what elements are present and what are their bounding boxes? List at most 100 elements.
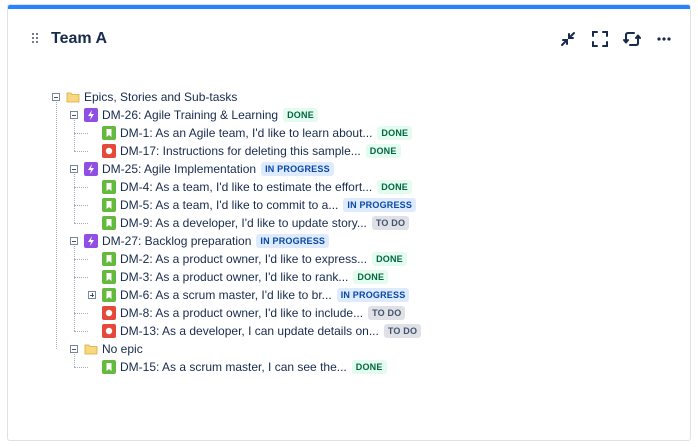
minimize-icon <box>561 32 575 46</box>
tree-item-label: DM-4: As a team, I'd like to estimate th… <box>120 178 412 196</box>
folder-icon <box>84 342 98 356</box>
issue-link[interactable]: DM-5: As a team, I'd like to commit to a… <box>120 198 338 212</box>
issue-row[interactable]: DM-1: As an Agile team, I'd like to lear… <box>44 124 644 142</box>
tree-item-label: DM-17: Instructions for deleting this sa… <box>120 142 401 160</box>
tree-connector-line <box>74 354 75 367</box>
drag-handle-icon[interactable] <box>30 32 40 46</box>
fullscreen-button[interactable] <box>590 29 610 49</box>
status-badge: IN PROGRESS <box>256 234 330 248</box>
collapse-toggle[interactable] <box>70 165 78 173</box>
tree-item-label: DM-27: Backlog preparation IN PROGRESS <box>102 232 330 250</box>
issue-link[interactable]: DM-25: Agile Implementation <box>102 162 256 176</box>
issue-row[interactable]: DM-2: As a product owner, I'd like to ex… <box>44 250 644 268</box>
tree-connector-line <box>74 151 88 152</box>
collapse-toggle[interactable] <box>70 345 78 353</box>
collapse-toggle[interactable] <box>52 93 60 101</box>
story-icon <box>102 270 116 284</box>
bug-icon <box>102 144 116 158</box>
tree-connector-line <box>74 313 88 314</box>
story-icon <box>102 198 116 212</box>
collapse-toggle[interactable] <box>70 237 78 245</box>
issue-row[interactable]: DM-5: As a team, I'd like to commit to a… <box>44 196 644 214</box>
refresh-button[interactable] <box>622 29 642 49</box>
tree-connector-line <box>74 187 88 188</box>
issue-link[interactable]: Epics, Stories and Sub-tasks <box>84 90 237 104</box>
issue-row[interactable]: DM-13: As a developer, I can update deta… <box>44 322 644 340</box>
more-options-button[interactable] <box>654 29 674 49</box>
tree-item-label: DM-3: As a product owner, I'd like to ra… <box>120 268 389 286</box>
tree-item-label: DM-25: Agile Implementation IN PROGRESS <box>102 160 334 178</box>
bug-icon <box>102 324 116 338</box>
tree-connector-line <box>74 277 88 278</box>
epic-icon <box>84 108 98 122</box>
issue-row[interactable]: DM-6: As a scrum master, I'd like to br.… <box>44 286 644 304</box>
story-icon <box>102 216 116 230</box>
expand-toggle[interactable] <box>88 291 96 299</box>
tree-connector-line <box>74 246 75 331</box>
story-icon <box>102 360 116 374</box>
tree-connector-line <box>56 102 57 349</box>
tree-item-label: DM-15: As a scrum master, I can see the.… <box>120 358 387 376</box>
issue-row[interactable]: DM-17: Instructions for deleting this sa… <box>44 142 644 160</box>
tree-connector-line <box>74 120 75 151</box>
epic-icon <box>84 234 98 248</box>
tree-item-label: DM-5: As a team, I'd like to commit to a… <box>120 196 417 214</box>
tree-connector-line <box>74 367 88 368</box>
story-icon <box>102 288 116 302</box>
issue-link[interactable]: DM-4: As a team, I'd like to estimate th… <box>120 180 372 194</box>
tree-item-label: DM-13: As a developer, I can update deta… <box>120 322 422 340</box>
status-badge: TO DO <box>383 324 422 338</box>
more-icon <box>657 37 671 41</box>
tree-connector-line <box>74 174 75 223</box>
fullscreen-icon <box>592 31 608 47</box>
status-badge: IN PROGRESS <box>343 198 417 212</box>
tree-item-label: DM-8: As a product owner, I'd like to in… <box>120 304 406 322</box>
issue-link[interactable]: DM-6: As a scrum master, I'd like to br.… <box>120 288 332 302</box>
status-badge: DONE <box>365 144 401 158</box>
issue-link[interactable]: DM-15: As a scrum master, I can see the.… <box>120 360 347 374</box>
status-badge: DONE <box>377 180 412 194</box>
issue-link[interactable]: DM-3: As a product owner, I'd like to ra… <box>120 270 348 284</box>
refresh-icon <box>623 32 641 46</box>
tree-item-label: DM-6: As a scrum master, I'd like to br.… <box>120 286 410 304</box>
issue-link[interactable]: No epic <box>102 342 143 356</box>
tree-connector-line <box>74 331 88 332</box>
tree-item-label: DM-26: Agile Training & Learning DONE <box>102 106 318 124</box>
epic-row[interactable]: DM-27: Backlog preparation IN PROGRESS <box>44 232 644 250</box>
collapse-toggle[interactable] <box>70 111 78 119</box>
epic-row[interactable]: DM-25: Agile Implementation IN PROGRESS <box>44 160 644 178</box>
issue-row[interactable]: DM-15: As a scrum master, I can see the.… <box>44 358 644 376</box>
bug-icon <box>102 306 116 320</box>
issue-link[interactable]: DM-27: Backlog preparation <box>102 234 251 248</box>
issue-link[interactable]: DM-13: As a developer, I can update deta… <box>120 324 379 338</box>
issue-link[interactable]: DM-1: As an Agile team, I'd like to lear… <box>120 126 372 140</box>
issue-row[interactable]: DM-3: As a product owner, I'd like to ra… <box>44 268 644 286</box>
issue-link[interactable]: DM-26: Agile Training & Learning <box>102 108 278 122</box>
tree-connector-line <box>74 223 88 224</box>
status-badge: DONE <box>351 360 387 374</box>
minimize-button[interactable] <box>558 29 578 49</box>
gadget-title: Team A <box>51 30 108 47</box>
story-icon <box>102 126 116 140</box>
issue-row[interactable]: DM-4: As a team, I'd like to estimate th… <box>44 178 644 196</box>
no-epic-row[interactable]: No epic <box>44 340 644 358</box>
epic-icon <box>84 162 98 176</box>
issue-link[interactable]: DM-17: Instructions for deleting this sa… <box>120 144 361 158</box>
issue-row[interactable]: DM-9: As a developer, I'd like to update… <box>44 214 644 232</box>
issue-row[interactable]: DM-8: As a product owner, I'd like to in… <box>44 304 644 322</box>
tree-item-label: No epic <box>102 340 143 358</box>
tree-item-label: Epics, Stories and Sub-tasks <box>84 88 237 106</box>
issue-link[interactable]: DM-2: As a product owner, I'd like to ex… <box>120 252 367 266</box>
issue-link[interactable]: DM-9: As a developer, I'd like to update… <box>120 216 367 230</box>
tree-item-label: DM-1: As an Agile team, I'd like to lear… <box>120 124 413 142</box>
folder-icon <box>66 90 80 104</box>
status-badge: IN PROGRESS <box>261 162 334 176</box>
tree-connector-line <box>74 205 88 206</box>
issue-link[interactable]: DM-8: As a product owner, I'd like to in… <box>120 306 363 320</box>
status-badge: TO DO <box>371 216 410 230</box>
status-badge: TO DO <box>368 306 406 320</box>
status-badge: DONE <box>377 126 413 140</box>
epic-row[interactable]: DM-26: Agile Training & Learning DONE <box>44 106 644 124</box>
status-badge: DONE <box>353 270 389 284</box>
tree-root[interactable]: Epics, Stories and Sub-tasks <box>44 88 644 106</box>
